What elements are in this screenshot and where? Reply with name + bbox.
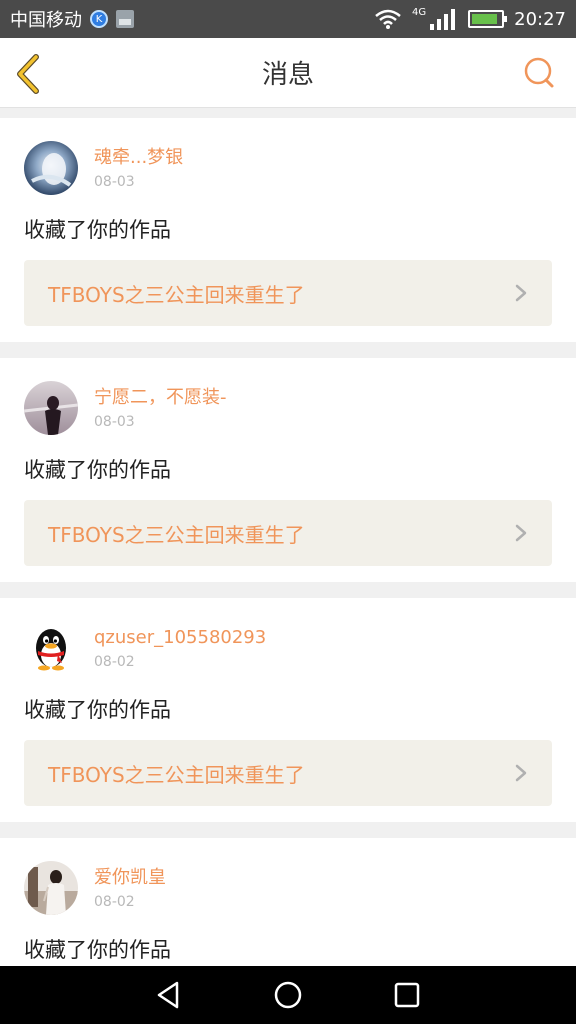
user-meta: 爱你凯皇 08-02: [94, 866, 166, 910]
work-link[interactable]: TFBOYS之三公主回来重生了: [24, 500, 552, 566]
work-title: TFBOYS之三公主回来重生了: [48, 522, 305, 547]
action-text: 收藏了你的作品: [24, 458, 171, 482]
user-row[interactable]: 宁愿二，不愿装- 08-03: [24, 380, 552, 436]
chevron-right-icon: [515, 764, 527, 782]
message-card: 宁愿二，不愿装- 08-03 收藏了你的作品 TFBOYS之三公主回来重生了: [0, 358, 576, 582]
user-name[interactable]: 魂牵...梦银: [94, 146, 183, 170]
user-row[interactable]: 爱你凯皇 08-02: [24, 860, 552, 916]
page-title: 消息: [261, 60, 314, 90]
search-button[interactable]: [522, 56, 556, 90]
avatar[interactable]: [24, 621, 78, 675]
avatar-image-icon: [24, 381, 78, 435]
back-button[interactable]: [14, 54, 48, 94]
message-date: 08-03: [94, 174, 135, 190]
message-card: qzuser_105580293 08-02 收藏了你的作品 TFBOYS之三公…: [0, 598, 576, 822]
chevron-left-icon: [17, 54, 39, 94]
message-date: 08-02: [94, 894, 135, 910]
system-nav-bar: [0, 966, 576, 1024]
status-left: 中国移动 K: [10, 6, 134, 32]
clock: 20:27: [514, 8, 566, 30]
action-text: 收藏了你的作品: [24, 698, 171, 722]
message-date: 08-03: [94, 414, 135, 430]
work-title: TFBOYS之三公主回来重生了: [48, 282, 305, 307]
user-row[interactable]: qzuser_105580293 08-02: [24, 620, 552, 676]
cell-signal-icon: [430, 9, 456, 30]
avatar-image-icon: [24, 861, 78, 915]
avatar-image-icon: [24, 141, 78, 195]
user-name[interactable]: 爱你凯皇: [94, 866, 166, 890]
home-circle-button[interactable]: [272, 979, 304, 1011]
back-triangle-button[interactable]: [153, 979, 185, 1011]
wifi-icon: [375, 9, 401, 29]
k-app-icon: K: [90, 10, 108, 28]
chevron-right-icon: [515, 284, 527, 302]
message-date: 08-02: [94, 654, 135, 670]
action-text: 收藏了你的作品: [24, 218, 171, 242]
battery-icon: [468, 10, 508, 28]
message-list[interactable]: 魂牵...梦银 08-03 收藏了你的作品 TFBOYS之三公主回来重生了 宁愿…: [0, 108, 576, 966]
work-link[interactable]: TFBOYS之三公主回来重生了: [24, 740, 552, 806]
user-row[interactable]: 魂牵...梦银 08-03: [24, 140, 552, 196]
chevron-right-icon: [515, 524, 527, 542]
nav-bar: 消息: [0, 38, 576, 108]
message-card: 爱你凯皇 08-02 收藏了你的作品: [0, 838, 576, 966]
search-icon: [524, 57, 554, 88]
image-notification-icon: [116, 10, 134, 28]
status-right: 4G 20:27: [374, 6, 566, 30]
avatar[interactable]: [24, 381, 78, 435]
user-name[interactable]: 宁愿二，不愿装-: [94, 386, 227, 410]
battery-fill: [472, 14, 498, 24]
status-bar: 中国移动 K 4G 20:27: [0, 0, 576, 38]
avatar[interactable]: [24, 141, 78, 195]
avatar[interactable]: [24, 861, 78, 915]
recents-square-button[interactable]: [391, 979, 423, 1011]
work-title: TFBOYS之三公主回来重生了: [48, 762, 305, 787]
action-text: 收藏了你的作品: [24, 938, 171, 962]
carrier-label: 中国移动: [10, 10, 82, 31]
user-meta: qzuser_105580293 08-02: [94, 626, 266, 670]
message-card: 魂牵...梦银 08-03 收藏了你的作品 TFBOYS之三公主回来重生了: [0, 118, 576, 342]
user-meta: 魂牵...梦银 08-03: [94, 146, 183, 190]
work-link[interactable]: TFBOYS之三公主回来重生了: [24, 260, 552, 326]
qq-penguin-icon: [36, 629, 66, 671]
network-type-label: 4G: [412, 6, 427, 18]
user-meta: 宁愿二，不愿装- 08-03: [94, 386, 227, 430]
user-name[interactable]: qzuser_105580293: [94, 626, 266, 650]
